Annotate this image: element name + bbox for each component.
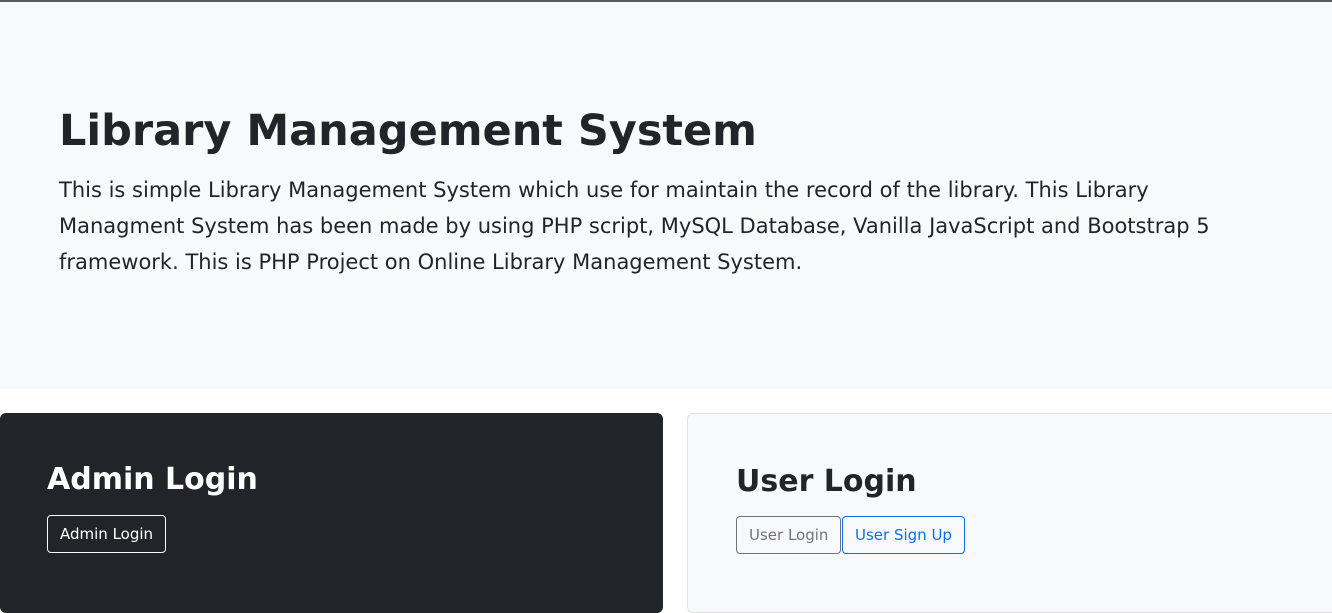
user-login-card: User Login User Login User Sign Up: [687, 413, 1332, 613]
admin-login-button[interactable]: Admin Login: [47, 515, 167, 553]
admin-login-title: Admin Login: [47, 462, 258, 497]
user-login-title: User Login: [736, 464, 917, 499]
page-title: Library Management System: [59, 106, 757, 156]
user-login-button[interactable]: User Login: [736, 516, 842, 554]
hero-section: Library Management System This is simple…: [0, 2, 1332, 389]
page-description: This is simple Library Management System…: [59, 178, 1210, 274]
admin-login-card: Admin Login Admin Login: [0, 413, 663, 613]
user-signup-button[interactable]: User Sign Up: [842, 516, 965, 554]
